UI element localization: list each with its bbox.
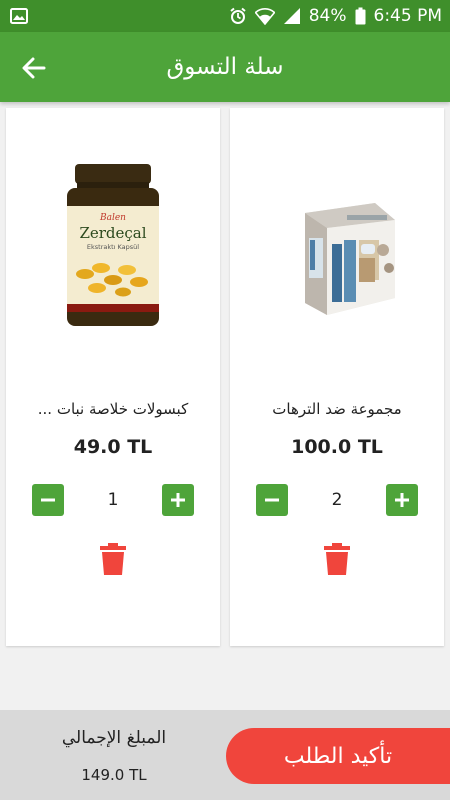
page-title: سلة التسوق	[166, 54, 284, 80]
battery-icon	[355, 7, 366, 25]
alarm-icon	[229, 7, 247, 25]
clock: 6:45 PM	[373, 6, 443, 26]
minus-icon[interactable]	[256, 484, 288, 516]
quantity-value: 2	[331, 490, 343, 510]
product-image[interactable]	[277, 158, 397, 328]
label-product-name: Zerdeçal	[79, 224, 146, 242]
product-image[interactable]: Balen Zerdeçal Ekstraktı Kapsül	[53, 158, 173, 328]
quantity-stepper: 2	[256, 484, 418, 516]
label-subtitle: Ekstraktı Kapsül	[87, 243, 139, 251]
trash-icon[interactable]	[323, 542, 351, 576]
quantity-value: 1	[107, 490, 119, 510]
cart-item-card: Balen Zerdeçal Ekstraktı Kapsül كبسولات …	[6, 108, 220, 646]
product-price: 49.0 TL	[73, 436, 153, 458]
wifi-icon	[254, 7, 275, 25]
label-brand: Balen	[99, 213, 126, 223]
product-name: كبسولات خلاصة نبات ...	[37, 400, 189, 418]
trash-icon[interactable]	[99, 542, 127, 576]
total-value: 149.0 TL	[81, 766, 147, 784]
total-label: المبلغ الإجمالي	[61, 728, 167, 748]
cart-item-card: مجموعة ضد الترهات 100.0 TL 2	[230, 108, 444, 646]
status-bar: 84% 6:45 PM	[0, 0, 450, 32]
checkout-bar: المبلغ الإجمالي 149.0 TL تأكيد الطلب	[0, 710, 450, 800]
minus-icon[interactable]	[32, 484, 64, 516]
image-icon	[10, 8, 28, 24]
signal-icon	[283, 7, 301, 25]
product-price: 100.0 TL	[291, 436, 383, 458]
plus-icon[interactable]	[162, 484, 194, 516]
battery-percent: 84%	[308, 6, 347, 26]
quantity-stepper: 1	[32, 484, 194, 516]
app-bar: سلة التسوق	[0, 32, 450, 102]
confirm-order-button[interactable]: تأكيد الطلب	[226, 728, 450, 784]
product-name: مجموعة ضد الترهات	[272, 400, 402, 418]
arrow-back-icon[interactable]	[18, 52, 50, 84]
plus-icon[interactable]	[386, 484, 418, 516]
